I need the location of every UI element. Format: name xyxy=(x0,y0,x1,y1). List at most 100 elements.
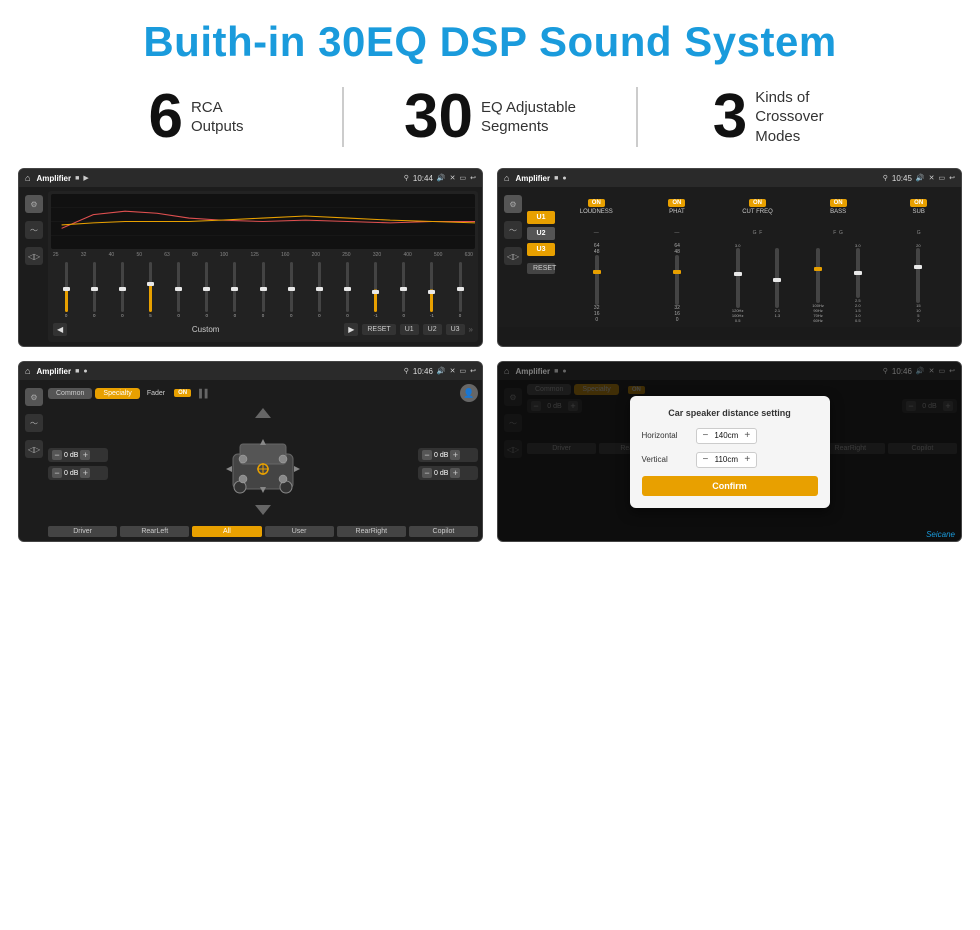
eq-slider-7[interactable]: 0 xyxy=(222,262,248,318)
screenshots-grid: ⌂ Amplifier ■ ▶ ⚲ 10:44 🔊 ✕ ▭ ↩ ⚙ 〜 ◁▷ xyxy=(0,168,980,552)
eq-icon-settings[interactable]: ⚙ xyxy=(25,195,43,213)
fader-label: Fader xyxy=(147,390,165,397)
fader-left-panel: ⚙ 〜 ◁▷ xyxy=(23,384,45,537)
dialog-vertical-ctrl: − 110cm + xyxy=(696,452,758,468)
dialog-overlay: Car speaker distance setting Horizontal … xyxy=(498,362,961,541)
fader-right-controls: − 0 dB + − 0 dB + xyxy=(418,448,478,480)
eq-slider-1[interactable]: 0 xyxy=(53,262,79,318)
fader-br-val: 0 dB xyxy=(434,470,448,477)
eq-slider-11[interactable]: 0 xyxy=(334,262,360,318)
cutfreq-f-slider[interactable] xyxy=(775,248,779,308)
stat-eq-number: 30 xyxy=(404,86,473,148)
stat-eq: 30 EQ AdjustableSegments xyxy=(354,86,626,148)
amp-left-panel: ⚙ 〜 ◁▷ xyxy=(502,191,524,323)
eq-slider-4[interactable]: 5 xyxy=(137,262,163,318)
eq-slider-14[interactable]: -1 xyxy=(419,262,445,318)
bass-f-slider[interactable] xyxy=(816,248,820,303)
fader-on-badge[interactable]: ON xyxy=(174,389,191,397)
settings-icon: ✕ xyxy=(450,174,456,182)
eq-slider-6[interactable]: 0 xyxy=(194,262,220,318)
eq-next-button[interactable]: ▶ xyxy=(344,323,358,336)
eq-reset-button[interactable]: RESET xyxy=(362,324,395,335)
eq-slider-3[interactable]: 0 xyxy=(109,262,135,318)
bass-on-badge[interactable]: ON xyxy=(830,199,847,207)
fader-tr-plus[interactable]: + xyxy=(450,450,460,460)
zone-copilot-button[interactable]: Copilot xyxy=(409,526,478,537)
fader-nav-up xyxy=(112,406,414,425)
stats-row: 6 RCAOutputs 30 EQ AdjustableSegments 3 … xyxy=(0,76,980,168)
cutfreq-g-slider[interactable] xyxy=(736,248,740,308)
loudness-slider[interactable] xyxy=(595,255,599,305)
bass-g-slider[interactable] xyxy=(856,248,860,298)
eq-icon-speaker[interactable]: ◁▷ xyxy=(25,247,43,265)
eq-slider-2[interactable]: 0 xyxy=(81,262,107,318)
eq-slider-9[interactable]: 0 xyxy=(278,262,304,318)
amp-icon-wave[interactable]: 〜 xyxy=(504,221,522,239)
channel-u3-button[interactable]: U3 xyxy=(527,243,555,256)
sub-slider[interactable] xyxy=(916,248,920,303)
stat-crossover-number: 3 xyxy=(713,86,747,148)
fader-bl-val: 0 dB xyxy=(64,470,78,477)
zone-rearright-button[interactable]: RearRight xyxy=(337,526,406,537)
zone-all-button[interactable]: All xyxy=(192,526,261,537)
dialog-horizontal-minus[interactable]: − xyxy=(703,431,709,441)
stat-divider-2 xyxy=(636,87,638,147)
confirm-button[interactable]: Confirm xyxy=(642,476,818,496)
eq-u1-button[interactable]: U1 xyxy=(400,324,419,335)
amp-reset-button[interactable]: RESET xyxy=(527,263,555,274)
eq-slider-10[interactable]: 0 xyxy=(306,262,332,318)
fader-tab-specialty[interactable]: Specialty xyxy=(95,388,139,399)
eq-slider-5[interactable]: 0 xyxy=(166,262,192,318)
dialog-vertical-plus[interactable]: + xyxy=(744,455,750,465)
fader-tr-minus[interactable]: − xyxy=(422,450,432,460)
eq-slider-13[interactable]: 0 xyxy=(391,262,417,318)
amp-back-icon: ↩ xyxy=(949,174,955,182)
zone-driver-button[interactable]: Driver xyxy=(48,526,117,537)
phat-on-badge[interactable]: ON xyxy=(668,199,685,207)
amp-vol-icon: 🔊 xyxy=(916,174,925,182)
eq-u2-button[interactable]: U2 xyxy=(423,324,442,335)
fader-icon-settings[interactable]: ⚙ xyxy=(25,388,43,406)
fader-zone-buttons: Driver RearLeft All User RearRight Copil… xyxy=(48,526,478,537)
amp-icon-settings[interactable]: ⚙ xyxy=(504,195,522,213)
channel-u1-button[interactable]: U1 xyxy=(527,211,555,224)
fader-tab-common[interactable]: Common xyxy=(48,388,92,399)
channel-u2-button[interactable]: U2 xyxy=(527,227,555,240)
zone-rearleft-button[interactable]: RearLeft xyxy=(120,526,189,537)
amp-screen-header: ⌂ Amplifier ■ ● ⚲ 10:45 🔊 ✕ ▭ ↩ xyxy=(498,169,961,187)
loudness-slider-col: 64 48 32 16 0 xyxy=(558,243,635,323)
eq-screen-header: ⌂ Amplifier ■ ▶ ⚲ 10:44 🔊 ✕ ▭ ↩ xyxy=(19,169,482,187)
profile-icon[interactable]: 👤 xyxy=(460,384,478,402)
phat-slider[interactable] xyxy=(675,255,679,305)
dialog-vertical-minus[interactable]: − xyxy=(703,455,709,465)
amp-app-title: Amplifier xyxy=(515,174,550,183)
fader-bl-minus[interactable]: − xyxy=(52,468,62,478)
fader-app-title: Amplifier xyxy=(36,367,71,376)
fader-icon-wave[interactable]: 〜 xyxy=(25,414,43,432)
zone-user-button[interactable]: User xyxy=(265,526,334,537)
amp-icon-speaker[interactable]: ◁▷ xyxy=(504,247,522,265)
fader-bl-plus[interactable]: + xyxy=(80,468,90,478)
fader-main-panel: Common Specialty Fader ON ▐▐ 👤 xyxy=(48,384,478,537)
eq-u3-button[interactable]: U3 xyxy=(446,324,465,335)
eq-mode-label: Custom xyxy=(71,325,340,334)
fader-tl-plus[interactable]: + xyxy=(80,450,90,460)
window-icon: ▭ xyxy=(460,174,467,182)
fader-br-minus[interactable]: − xyxy=(422,468,432,478)
cutfreq-on-badge[interactable]: ON xyxy=(749,199,766,207)
stat-crossover-label: Kinds ofCrossover Modes xyxy=(755,88,855,147)
fader-icon-speaker[interactable]: ◁▷ xyxy=(25,440,43,458)
sub-on-badge[interactable]: ON xyxy=(910,199,927,207)
fader-tl-minus[interactable]: − xyxy=(52,450,62,460)
fader-br-plus[interactable]: + xyxy=(450,468,460,478)
eq-slider-8[interactable]: 0 xyxy=(250,262,276,318)
loudness-on-badge[interactable]: ON xyxy=(588,199,605,207)
fader-tr-ctrl: − 0 dB + xyxy=(418,448,478,462)
eq-icon-wave[interactable]: 〜 xyxy=(25,221,43,239)
eq-prev-button[interactable]: ◀ xyxy=(53,323,67,336)
dialog-horizontal-plus[interactable]: + xyxy=(744,431,750,441)
eq-slider-12[interactable]: -1 xyxy=(363,262,389,318)
dialog-horizontal-ctrl: − 140cm + xyxy=(696,428,758,444)
eq-slider-15[interactable]: 0 xyxy=(447,262,473,318)
dialog-vertical-row: Vertical − 110cm + xyxy=(642,452,818,468)
